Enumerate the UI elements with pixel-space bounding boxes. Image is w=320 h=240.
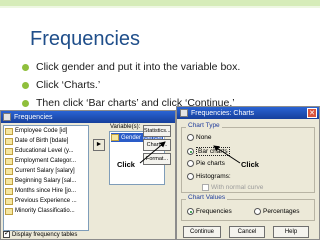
histograms-radio[interactable] [187, 173, 194, 180]
variable-icon [5, 157, 13, 165]
variable-icon [5, 137, 13, 145]
frequencies-titlebar[interactable]: Frequencies [1, 111, 175, 123]
list-item[interactable]: Previous Experience ... [4, 196, 88, 206]
click-annotation-left: Click [117, 160, 135, 169]
format-button[interactable]: Format... [143, 153, 171, 165]
variable-icon [111, 134, 119, 141]
statistics-button[interactable]: Statistics... [143, 125, 171, 137]
window-icon [180, 109, 188, 117]
bullet-item: Click gender and put it into the variabl… [22, 58, 320, 76]
variable-icon [5, 187, 13, 195]
frequencies-dialog: Frequencies Employee Code [id] Date of B… [0, 110, 176, 240]
list-item[interactable]: Employee Code [id] [4, 126, 88, 136]
close-icon[interactable]: ✕ [307, 108, 317, 118]
list-item[interactable]: Date of Birth [bdate] [4, 136, 88, 146]
variable-icon [5, 127, 13, 135]
variable-icon [5, 167, 13, 175]
normal-curve-checkbox [202, 184, 209, 191]
percentages-option[interactable]: Percentages [254, 208, 300, 215]
continue-button[interactable]: Continue [183, 226, 221, 238]
variable-icon [5, 147, 13, 155]
chart-type-group-title: Chart Type [186, 122, 222, 129]
source-variable-list[interactable]: Employee Code [id] Date of Birth [bdate]… [3, 125, 89, 231]
help-button[interactable]: Help [273, 226, 309, 238]
charts-button[interactable]: Charts... [143, 139, 171, 151]
pie-charts-option[interactable]: Pie charts [187, 160, 225, 167]
none-option[interactable]: None [187, 134, 212, 141]
variable-icon [5, 177, 13, 185]
chart-values-group: Chart Values Frequencies Percentages [181, 194, 315, 221]
pie-charts-radio[interactable] [187, 160, 194, 167]
variable-icon [5, 197, 13, 205]
frequencies-option[interactable]: Frequencies [187, 208, 232, 215]
charts-title: Frequencies: Charts [191, 109, 255, 117]
percentages-radio[interactable] [254, 208, 261, 215]
frequencies-title: Frequencies [14, 113, 53, 121]
normal-curve-option: With normal curve [202, 184, 263, 191]
list-item[interactable]: Current Salary [salary] [4, 166, 88, 176]
variables-label: Variable(s): [110, 124, 141, 130]
chart-values-group-title: Chart Values [186, 194, 228, 201]
charts-dialog: Frequencies: Charts ✕ Chart Type None Ba… [176, 106, 320, 240]
list-item[interactable]: Minority Classificatio... [4, 206, 88, 216]
charts-titlebar[interactable]: Frequencies: Charts ✕ [177, 107, 319, 119]
click-annotation-right: Click [241, 160, 259, 169]
bullet-list: Click gender and put it into the variabl… [22, 58, 320, 112]
display-tables-checkbox[interactable] [3, 229, 10, 238]
slide-title: Frequencies [30, 28, 141, 50]
list-item[interactable]: Beginning Salary [sal... [4, 176, 88, 186]
bar-charts-radio[interactable] [187, 148, 194, 155]
histograms-option[interactable]: Histograms: [187, 173, 231, 180]
frequencies-radio[interactable] [187, 208, 194, 215]
slide-header-band [0, 0, 320, 8]
cancel-button[interactable]: Cancel [229, 226, 265, 238]
bar-charts-option[interactable]: Bar charts [187, 147, 230, 156]
none-radio[interactable] [187, 134, 194, 141]
list-item[interactable]: Months since Hire [jo... [4, 186, 88, 196]
bullet-item: Click ‘Charts.’ [22, 76, 320, 94]
variable-icon [5, 207, 13, 215]
display-tables-option[interactable]: Display frequency tables [3, 229, 77, 238]
move-variable-button[interactable]: ► [93, 139, 105, 151]
list-item[interactable]: Employment Categor... [4, 156, 88, 166]
window-icon [3, 113, 11, 121]
list-item[interactable]: Educational Level (y... [4, 146, 88, 156]
